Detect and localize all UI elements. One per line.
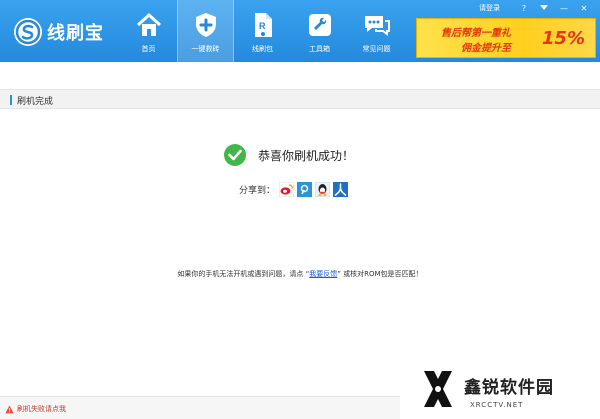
watermark-title: 鑫锐软件园 [464,378,554,398]
success-message-row: 恭喜你刷机成功！ [224,144,354,166]
wrench-icon [305,10,335,40]
nav-label-faq: 常见问题 [362,45,391,53]
promo-line1: 售后帮第一重礼 [441,28,511,39]
success-message: 恭喜你刷机成功！ [258,148,355,163]
weibo-icon[interactable] [279,182,295,197]
nav-label-home: 首页 [141,45,156,53]
nav-label-rescue: 一键救砖 [191,45,220,53]
menu-button[interactable] [536,2,552,14]
nav-item-rescue[interactable]: 一键救砖 [177,0,234,62]
help-button[interactable]: ? [516,2,532,14]
logo-icon [14,18,42,46]
promo-banner[interactable]: 售后帮第一重礼 佣金提升至 15% [416,18,596,58]
qq-icon[interactable] [315,182,331,197]
nav-item-toolbox[interactable]: 工具箱 [291,0,348,62]
flash-failed-text: 刷机失败请点我 [17,405,66,413]
site-watermark: 鑫锐软件园 XRCCTV.NET [400,359,600,419]
flash-failed-link[interactable]: 刷机失败请点我 [5,404,66,414]
svg-text:R: R [259,21,266,31]
nav-label-rom: 线刷包 [252,45,273,53]
renren-icon[interactable] [333,182,349,197]
chevron-down-icon [540,5,548,10]
help-text: 如果你的手机无法开机或遇到问题，请点 “我要反馈” 或核对ROM包是否匹配！ [0,269,600,279]
help-text-after: ” 或核对ROM包是否匹配！ [337,270,423,278]
promo-line2: 佣金提升至 [461,43,511,54]
nav-item-rom[interactable]: R 线刷包 [234,0,291,62]
watermark-logo-icon [424,371,452,407]
warning-icon [5,404,14,413]
nav-item-faq[interactable]: 常见问题 [348,0,405,62]
app-name: 线刷宝 [47,23,104,44]
minimize-button[interactable]: — [556,2,572,14]
chat-bubbles-icon [362,10,392,40]
nav-label-toolbox: 工具箱 [309,45,330,53]
rom-package-icon: R [248,10,278,40]
shield-plus-icon [191,10,221,40]
watermark-subtitle: XRCCTV.NET [470,401,524,409]
main-nav: 首页 一键救砖 R 线刷包 工具箱 常见问题 [120,0,405,62]
home-icon [134,10,164,40]
share-row: 分享到： [239,182,351,197]
tencent-weibo-icon[interactable] [297,182,313,197]
app-logo: 线刷宝 [14,17,110,47]
section-header: 刷机完成 [0,89,600,109]
section-accent-bar [10,95,12,105]
section-title: 刷机完成 [17,97,54,107]
feedback-link[interactable]: 我要反馈 [309,270,337,278]
help-text-before: 如果你的手机无法开机或遇到问题，请点 “ [177,270,310,278]
close-button[interactable]: ✕ [576,2,592,14]
window-controls: 请登录 ? — ✕ [479,2,592,14]
nav-item-home[interactable]: 首页 [120,0,177,62]
promo-percent: 15% [541,28,585,49]
check-circle-icon [224,144,246,166]
share-label: 分享到： [239,186,276,196]
top-bar: 线刷宝 首页 一键救砖 R 线刷包 工具箱 常见问题 售后帮第一重礼 佣金提升至… [0,0,600,62]
login-link[interactable]: 请登录 [479,3,500,13]
